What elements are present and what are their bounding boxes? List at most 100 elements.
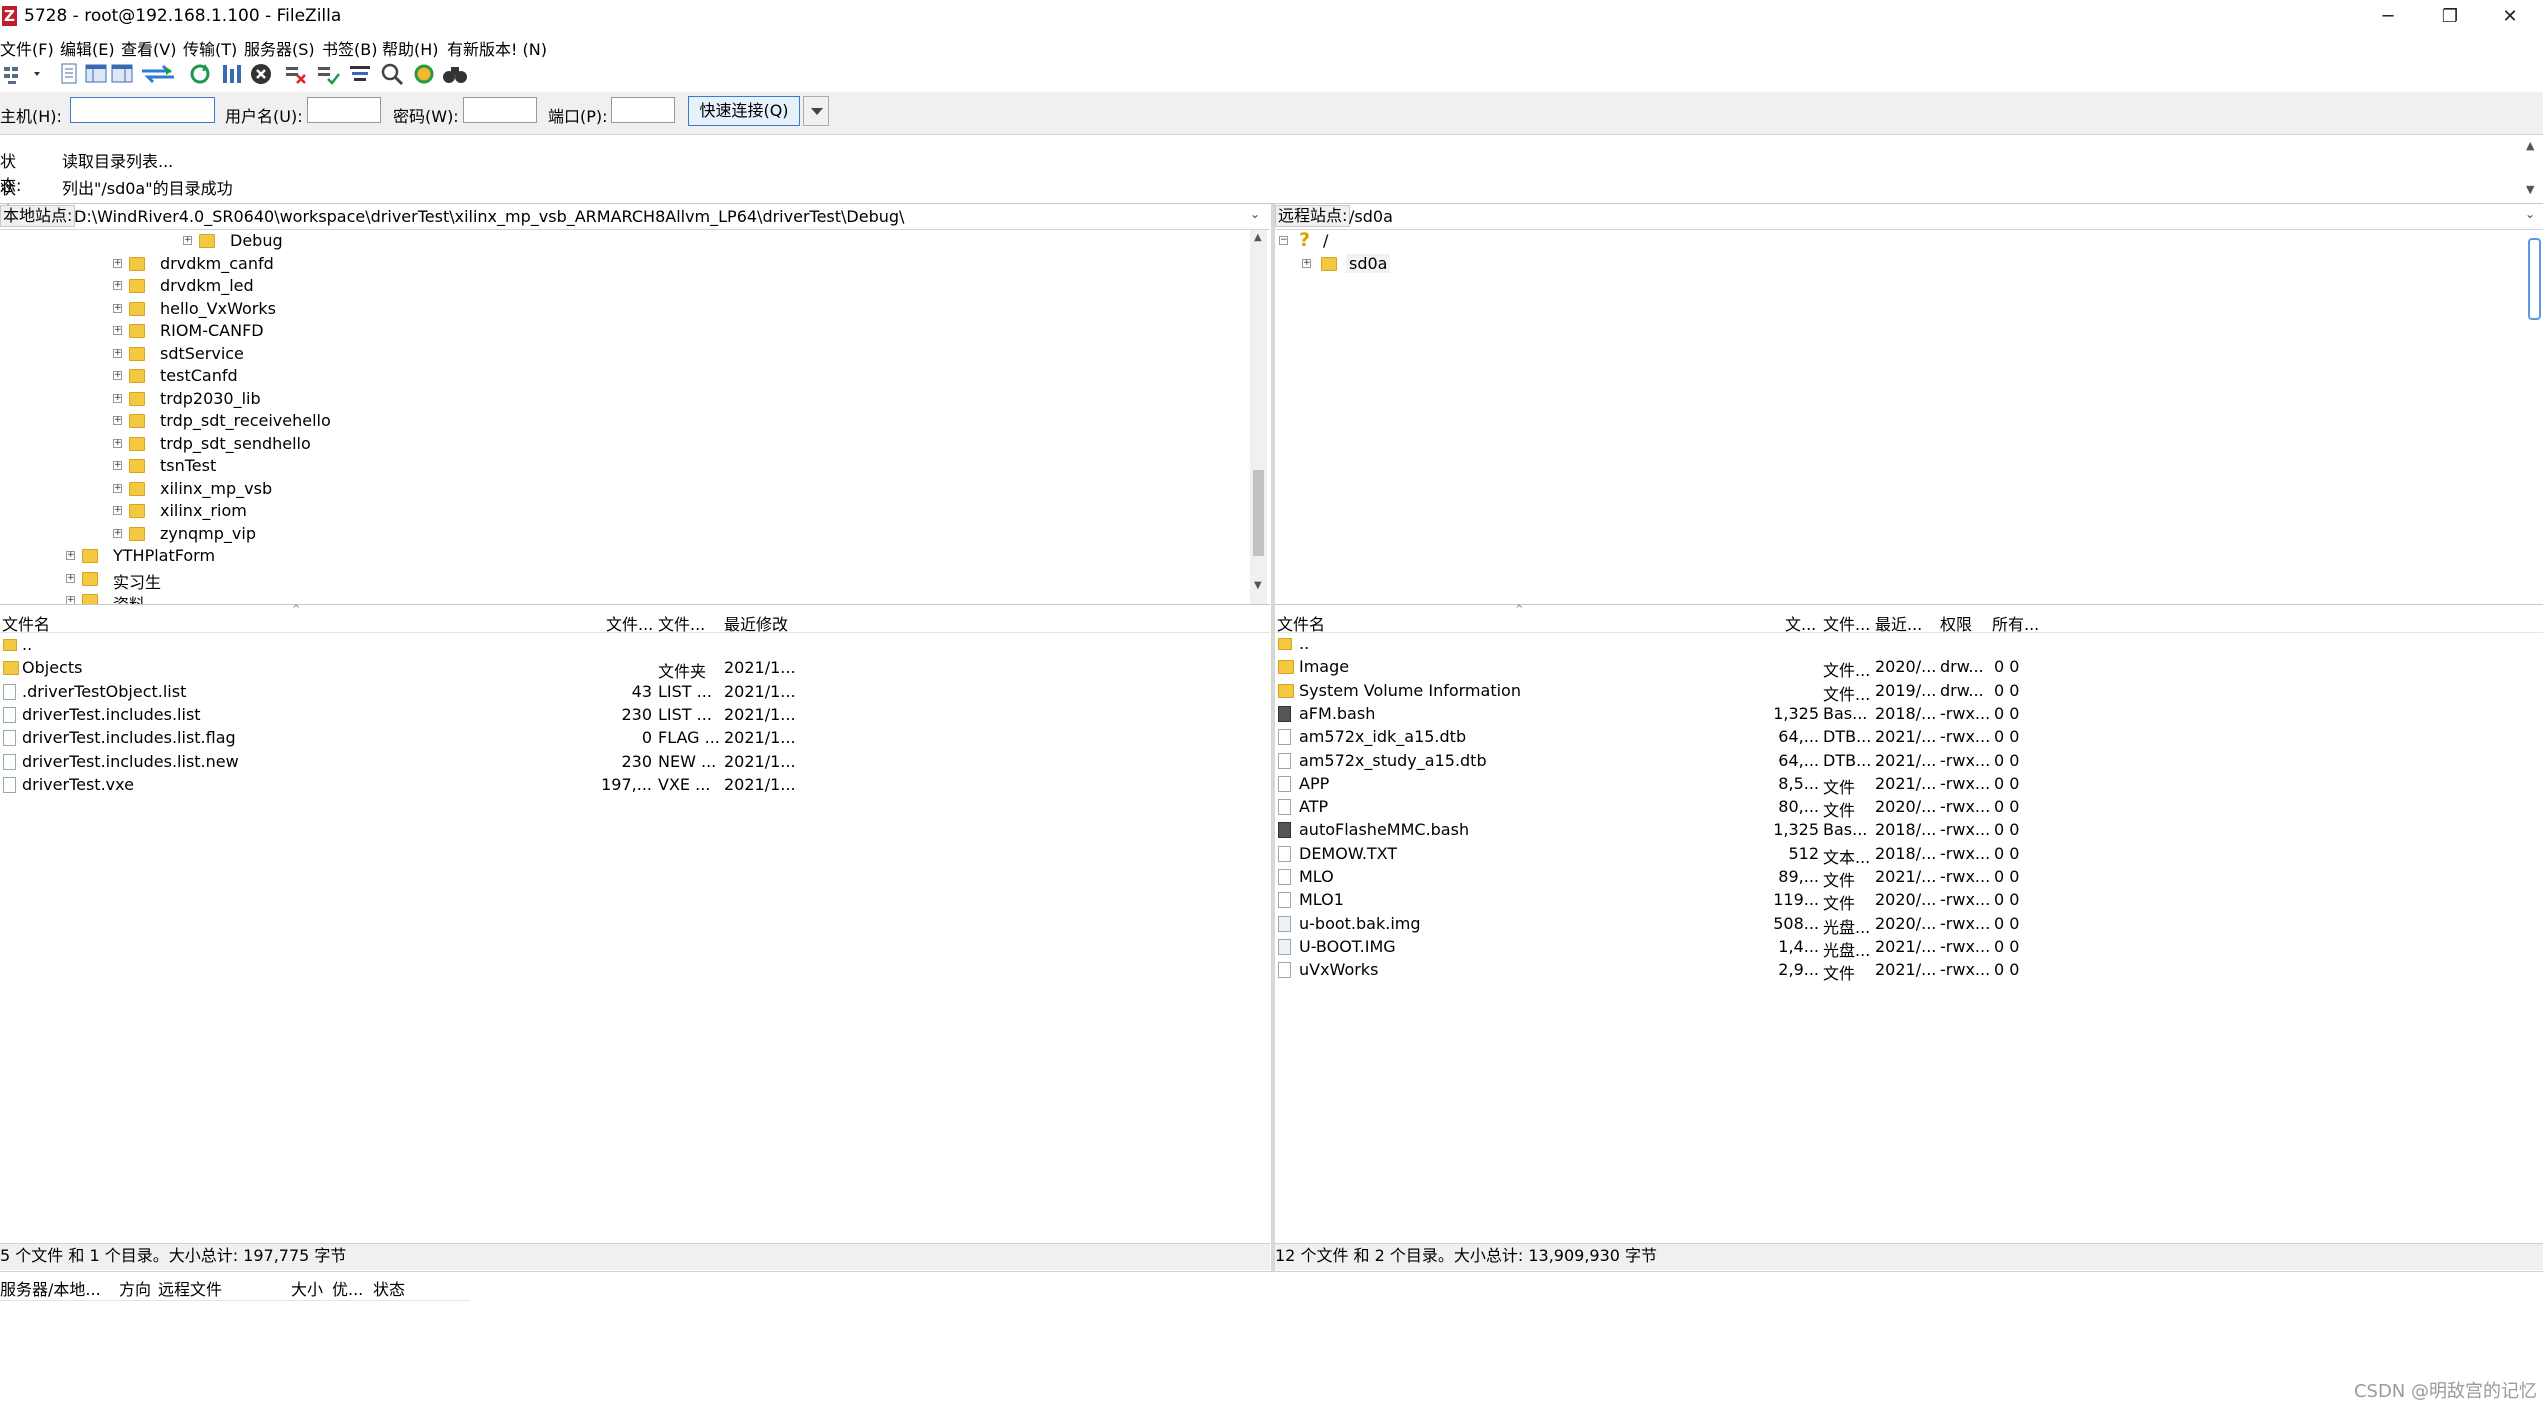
quickconnect-button[interactable]: 快速连接(Q) bbox=[688, 96, 800, 126]
expand-icon[interactable]: + bbox=[1302, 258, 1311, 268]
minimize-button[interactable]: ─ bbox=[2358, 0, 2418, 34]
tree-node[interactable]: + drvdkm_led bbox=[0, 276, 1240, 298]
queue-column-status[interactable]: 状态 bbox=[373, 1276, 405, 1300]
scrollbar-thumb[interactable] bbox=[1253, 470, 1264, 556]
expand-icon[interactable]: + bbox=[66, 596, 75, 604]
cancel-icon[interactable] bbox=[249, 62, 273, 86]
tree-node[interactable]: + xilinx_mp_vsb bbox=[0, 479, 1240, 501]
log-scroll-down-icon[interactable]: ▼ bbox=[2526, 183, 2534, 196]
toggle-remote-tree-icon[interactable] bbox=[110, 62, 134, 86]
tree-node[interactable]: + 实习生 bbox=[0, 569, 1240, 592]
reconnect-icon[interactable] bbox=[316, 62, 340, 86]
queue-column-priority[interactable]: 优... bbox=[332, 1276, 363, 1300]
column-filesize[interactable]: 文... bbox=[1785, 611, 1819, 635]
column-owner[interactable]: 所有... bbox=[1992, 611, 2042, 635]
expand-icon[interactable]: + bbox=[113, 348, 122, 358]
search-icon[interactable] bbox=[442, 62, 467, 86]
list-item[interactable]: driverTest.includes.list.flag 0 FLAG ... 20… bbox=[0, 727, 1250, 750]
tree-node[interactable]: + trdp_sdt_sendhello bbox=[0, 434, 1240, 456]
tree-node[interactable]: + hello_VxWorks bbox=[0, 299, 1240, 321]
expand-icon[interactable]: + bbox=[113, 326, 122, 335]
remote-tree-scrollbar[interactable] bbox=[2526, 230, 2543, 604]
tree-node[interactable]: + zynqmp_vip bbox=[0, 524, 1240, 546]
tree-node[interactable]: + trdp_sdt_receivehello bbox=[0, 411, 1240, 433]
column-filesize[interactable]: 文件... bbox=[606, 611, 652, 635]
expand-icon[interactable]: + bbox=[113, 461, 122, 470]
menu-help[interactable]: 帮助(H) bbox=[382, 36, 439, 60]
scroll-down-icon[interactable]: ▼ bbox=[1254, 580, 1262, 591]
menu-view[interactable]: 查看(V) bbox=[121, 36, 176, 60]
list-item[interactable]: Objects 文件夹 2021/1... bbox=[0, 657, 1250, 681]
quickconnect-history-dropdown[interactable] bbox=[803, 96, 829, 126]
list-item[interactable]: Image 文件... 2020/... drw... 0 0 bbox=[1275, 656, 2525, 680]
expand-icon[interactable]: + bbox=[113, 506, 122, 515]
column-modified[interactable]: 最近修改 bbox=[724, 611, 804, 635]
list-item[interactable]: uVxWorks 2,9... 文件 2021/... -rwx... 0 0 bbox=[1275, 959, 2525, 983]
list-item[interactable]: .driverTestObject.list 43 LIST ... 2021/1..… bbox=[0, 681, 1250, 704]
process-queue-icon[interactable] bbox=[220, 62, 244, 86]
expand-icon[interactable]: + bbox=[113, 483, 122, 493]
list-item[interactable]: MLO1 119... 文件 2020/... -rwx... 0 0 bbox=[1275, 889, 2525, 913]
tree-node[interactable]: + Debug bbox=[0, 231, 1240, 253]
toggle-queue-icon[interactable] bbox=[136, 62, 180, 86]
expand-icon[interactable]: + bbox=[113, 371, 122, 380]
menu-bookmarks[interactable]: 书签(B) bbox=[322, 36, 377, 60]
disconnect-icon[interactable] bbox=[284, 62, 308, 86]
tree-node[interactable]: + trdp2030_lib bbox=[0, 389, 1240, 411]
list-item[interactable]: am572x_study_a15.dtb 64,... DTB... 2021/...… bbox=[1275, 750, 2525, 773]
tree-node[interactable]: + sdtService bbox=[0, 344, 1240, 366]
list-item[interactable]: driverTest.vxe 197,... VXE ... 2021/1... bbox=[0, 774, 1250, 797]
menu-new-version[interactable]: 有新版本! (N) bbox=[447, 36, 547, 60]
list-item[interactable]: am572x_idk_a15.dtb 64,... DTB... 2021/... -r… bbox=[1275, 726, 2525, 749]
chevron-down-icon[interactable]: ⌄ bbox=[1250, 207, 1260, 221]
expand-icon[interactable]: + bbox=[66, 551, 75, 560]
list-item[interactable]: .. bbox=[1275, 633, 2525, 656]
tree-node[interactable]: + RIOM-CANFD bbox=[0, 321, 1240, 343]
close-button[interactable]: ✕ bbox=[2480, 0, 2540, 34]
tree-node[interactable]: + tsnTest bbox=[0, 456, 1240, 478]
tree-node[interactable]: −? / bbox=[1275, 230, 2515, 253]
list-item[interactable]: driverTest.includes.list 230 LIST ... 2021/… bbox=[0, 704, 1250, 727]
list-item[interactable]: DEMOW.TXT 512 文本... 2018/... -rwx... 0 0 bbox=[1275, 843, 2525, 867]
list-item[interactable]: APP 8,5... 文件 2021/... -rwx... 0 0 bbox=[1275, 773, 2525, 797]
expand-icon[interactable]: + bbox=[113, 416, 122, 425]
menu-edit[interactable]: 编辑(E) bbox=[60, 36, 115, 60]
expand-icon[interactable]: + bbox=[66, 573, 75, 583]
expand-icon[interactable]: + bbox=[113, 528, 122, 538]
menu-file[interactable]: 文件(F) bbox=[0, 36, 54, 60]
local-tree-scrollbar[interactable] bbox=[1250, 230, 1267, 604]
list-item[interactable]: .. bbox=[0, 634, 1250, 657]
list-item[interactable]: System Volume Information 文件... 2019/... dr… bbox=[1275, 680, 2525, 704]
tree-node[interactable]: + testCanfd bbox=[0, 366, 1240, 388]
column-modified[interactable]: 最近... bbox=[1875, 611, 1935, 635]
expand-icon[interactable]: + bbox=[113, 393, 122, 403]
toggle-local-tree-icon[interactable] bbox=[84, 62, 108, 86]
maximize-button[interactable]: ❐ bbox=[2420, 0, 2480, 34]
expand-icon[interactable]: + bbox=[183, 236, 192, 245]
menu-transfer[interactable]: 传输(T) bbox=[183, 36, 237, 60]
column-permissions[interactable]: 权限 bbox=[1940, 611, 1988, 635]
expand-icon[interactable]: + bbox=[113, 281, 122, 290]
refresh-icon[interactable] bbox=[188, 62, 212, 86]
tree-node[interactable]: + sd0a bbox=[1275, 253, 2515, 276]
local-path-combo[interactable]: D:\WindRiver4.0_SR0640\workspace\driverT… bbox=[74, 207, 904, 226]
queue-column-server-local[interactable]: 服务器/本地... bbox=[0, 1276, 101, 1300]
toggle-log-icon[interactable] bbox=[58, 62, 82, 86]
column-filetype[interactable]: 文件... bbox=[1823, 611, 1871, 635]
expand-icon[interactable]: + bbox=[113, 438, 122, 448]
expand-icon[interactable]: + bbox=[113, 303, 122, 313]
list-item[interactable]: driverTest.includes.list.new 230 NEW ... 20… bbox=[0, 751, 1250, 774]
filter-icon[interactable] bbox=[348, 62, 372, 86]
queue-column-direction[interactable]: 方向 bbox=[119, 1276, 151, 1300]
username-input[interactable] bbox=[307, 97, 381, 123]
column-filename[interactable]: 文件名 bbox=[1277, 611, 1325, 635]
queue-column-remote-file[interactable]: 远程文件 bbox=[158, 1276, 222, 1300]
password-input[interactable] bbox=[463, 97, 537, 123]
port-input[interactable] bbox=[611, 97, 675, 123]
expand-icon[interactable]: + bbox=[113, 258, 122, 268]
chevron-down-icon[interactable]: ⌄ bbox=[2525, 207, 2535, 221]
menu-server[interactable]: 服务器(S) bbox=[244, 36, 315, 60]
log-scroll-up-icon[interactable]: ▲ bbox=[2526, 139, 2534, 152]
list-item[interactable]: aFM.bash 1,325 Bas... 2018/... -rwx... 0 0 bbox=[1275, 703, 2525, 726]
tree-node[interactable]: + xilinx_riom bbox=[0, 501, 1240, 523]
